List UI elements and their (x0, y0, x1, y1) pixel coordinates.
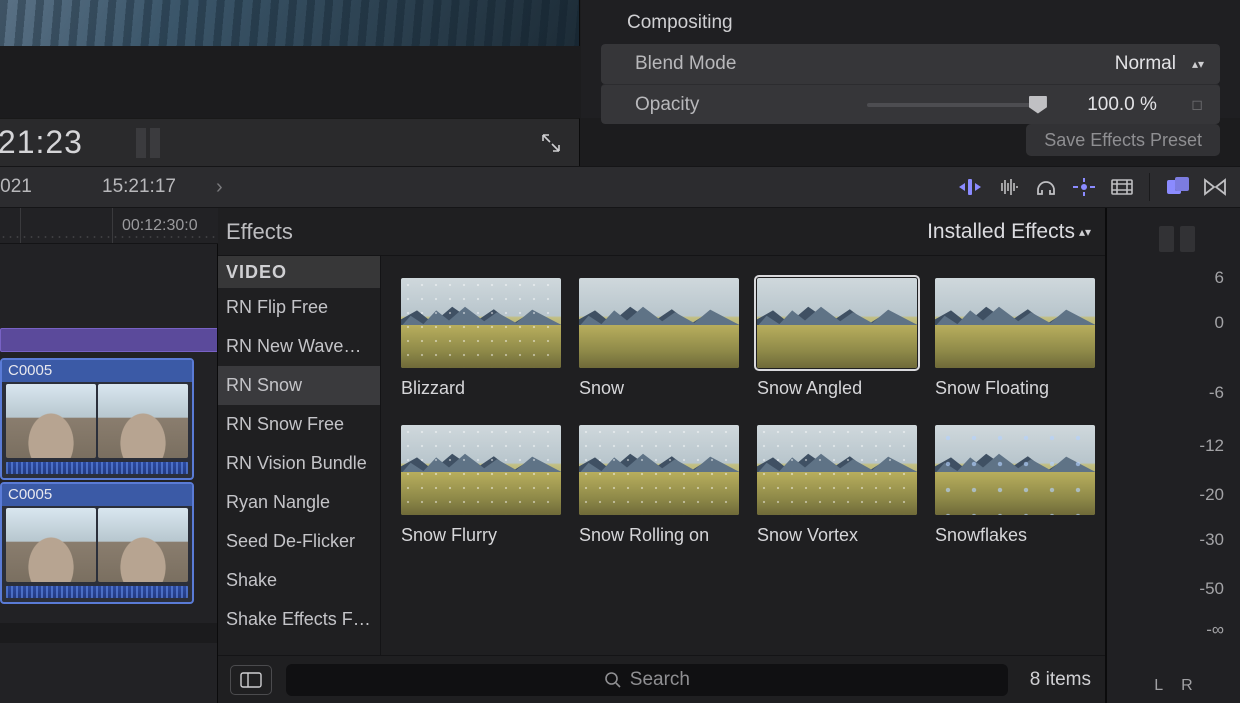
chevron-right-icon[interactable]: › (216, 176, 223, 199)
opacity-row: Opacity 100.0 % ◇ (601, 84, 1220, 124)
effects-category-item[interactable]: RN Snow (218, 366, 380, 405)
effect-name: Snow Angled (757, 378, 917, 399)
effects-browser: Effects Installed Effects ▴▾ RN Flip VID… (218, 208, 1106, 703)
blend-mode-value: Normal (1115, 53, 1176, 75)
opacity-slider[interactable] (867, 103, 1037, 107)
timeline-header: TS 2021 15:21:17 › (0, 166, 1240, 208)
timeline-ruler[interactable]: 00:12:30:0 (0, 208, 218, 244)
clip-name: C0005 (2, 484, 192, 506)
effects-category-item[interactable]: RN Flip Free (218, 288, 380, 327)
meter-R: R (1181, 677, 1193, 695)
meter-tick: 6 (1215, 268, 1224, 288)
effect-thumbnail[interactable]: Snow Floating (935, 278, 1095, 399)
clip-audio-wave[interactable] (6, 586, 188, 598)
inspector-panel: Compositing Blend Mode Normal ▴▾ Opacity… (581, 0, 1240, 118)
fullscreen-button[interactable] (531, 123, 571, 163)
snapping-icon[interactable] (1065, 168, 1103, 206)
effect-thumbnail[interactable]: Snow (579, 278, 739, 399)
effect-name: Blizzard (401, 378, 561, 399)
effect-thumbnail[interactable]: Snow Angled (757, 278, 917, 399)
effects-category-list: RN Flip VIDEO RN Flip FreeRN New Wave…RN… (218, 256, 381, 655)
meter-tick: 0 (1215, 313, 1224, 333)
effects-category-item[interactable]: Shake (218, 561, 380, 600)
save-effects-preset-button[interactable]: Save Effects Preset (1026, 124, 1220, 156)
opacity-label: Opacity (635, 94, 805, 116)
clip-name: C0005 (2, 360, 192, 382)
updown-icon[interactable]: ▴▾ (1079, 229, 1091, 235)
effects-category-item[interactable]: RN Vision Bundle (218, 444, 380, 483)
search-icon (604, 671, 622, 689)
opacity-value[interactable]: 100.0 % (1057, 94, 1157, 116)
transitions-browser-icon[interactable] (1196, 168, 1234, 206)
title-clip[interactable] (0, 328, 217, 352)
project-name[interactable]: TS 2021 (0, 176, 72, 198)
meter-tick: -20 (1199, 485, 1224, 505)
timeline-scrollbar[interactable] (0, 623, 217, 643)
project-timecode: 15:21:17 (102, 176, 176, 198)
effects-category-item[interactable]: Ryan Nangle (218, 483, 380, 522)
effect-name: Snowflakes (935, 525, 1095, 546)
audio-meters: 6 0 -6 -12 -20 -30 -50 -∞ L R (1106, 208, 1240, 703)
effect-name: Snow Rolling on (579, 525, 739, 546)
effects-category-header: VIDEO (218, 256, 380, 288)
blend-mode-label: Blend Mode (635, 53, 805, 75)
effect-thumbnail[interactable]: Snow Rolling on (579, 425, 739, 546)
effects-footer: Search 8 items (218, 655, 1105, 703)
effect-thumbnail[interactable]: Blizzard (401, 278, 561, 399)
audio-skimming-icon[interactable] (989, 168, 1027, 206)
filmstrip-icon[interactable] (1103, 168, 1141, 206)
effects-search-input[interactable]: Search (286, 664, 1008, 696)
meter-scale: 6 0 -6 -12 -20 -30 -50 -∞ (1107, 260, 1230, 669)
solo-icon[interactable] (1027, 168, 1065, 206)
meter-tick: -∞ (1206, 620, 1224, 640)
meter-L: L (1154, 677, 1163, 695)
effect-thumbnail[interactable]: Snow Vortex (757, 425, 917, 546)
effects-count: 8 items (1030, 669, 1091, 691)
meter-tick: -12 (1199, 436, 1224, 456)
timeline-clip[interactable]: C0005 (0, 358, 194, 480)
clip-audio-wave[interactable] (6, 462, 188, 474)
search-placeholder: Search (630, 669, 690, 691)
viewer-preview (0, 0, 580, 46)
effects-browser-icon[interactable] (1158, 168, 1196, 206)
effects-category-item[interactable]: RN Snow Free (218, 405, 380, 444)
effects-category-item[interactable]: RN New Wave… (218, 327, 380, 366)
timeline-clip[interactable]: C0005 (0, 482, 194, 604)
effect-name: Snow (579, 378, 739, 399)
inspector-section-title: Compositing (627, 12, 1220, 34)
viewer-toolbar: :21:23 (0, 118, 580, 166)
audio-level-mini (136, 128, 160, 158)
grid-view-button[interactable] (230, 665, 272, 695)
effects-header: Effects Installed Effects ▴▾ (218, 208, 1105, 256)
keyframe-icon[interactable]: ◇ (1186, 93, 1209, 116)
effect-name: Snow Flurry (401, 525, 561, 546)
effects-category-item[interactable]: Shake Effects F… (218, 600, 380, 639)
meter-tick: -6 (1209, 383, 1224, 403)
meter-bars (1159, 226, 1195, 252)
meter-tick: -50 (1199, 579, 1224, 599)
effects-category-item[interactable]: Seed De-Flicker (218, 522, 380, 561)
skimming-icon[interactable] (951, 168, 989, 206)
effect-name: Snow Vortex (757, 525, 917, 546)
effects-thumbnails: Blizzard Snow Snow Angled Snow Floating Snow… (381, 256, 1105, 655)
effect-thumbnail[interactable]: Snowflakes (935, 425, 1095, 546)
effects-title: Effects (226, 219, 293, 245)
ruler-label: 00:12:30:0 (122, 217, 198, 235)
opacity-slider-knob[interactable] (1029, 96, 1047, 114)
updown-icon[interactable]: ▴▾ (1192, 61, 1204, 67)
timeline-area[interactable]: C0005 C0005 (0, 244, 218, 703)
viewer-timecode: :21:23 (0, 124, 108, 161)
blend-mode-row[interactable]: Blend Mode Normal ▴▾ (601, 44, 1220, 84)
effects-scope[interactable]: Installed Effects (927, 220, 1075, 244)
meter-tick: -30 (1199, 530, 1224, 550)
effect-thumbnail[interactable]: Snow Flurry (401, 425, 561, 546)
effect-name: Snow Floating (935, 378, 1095, 399)
